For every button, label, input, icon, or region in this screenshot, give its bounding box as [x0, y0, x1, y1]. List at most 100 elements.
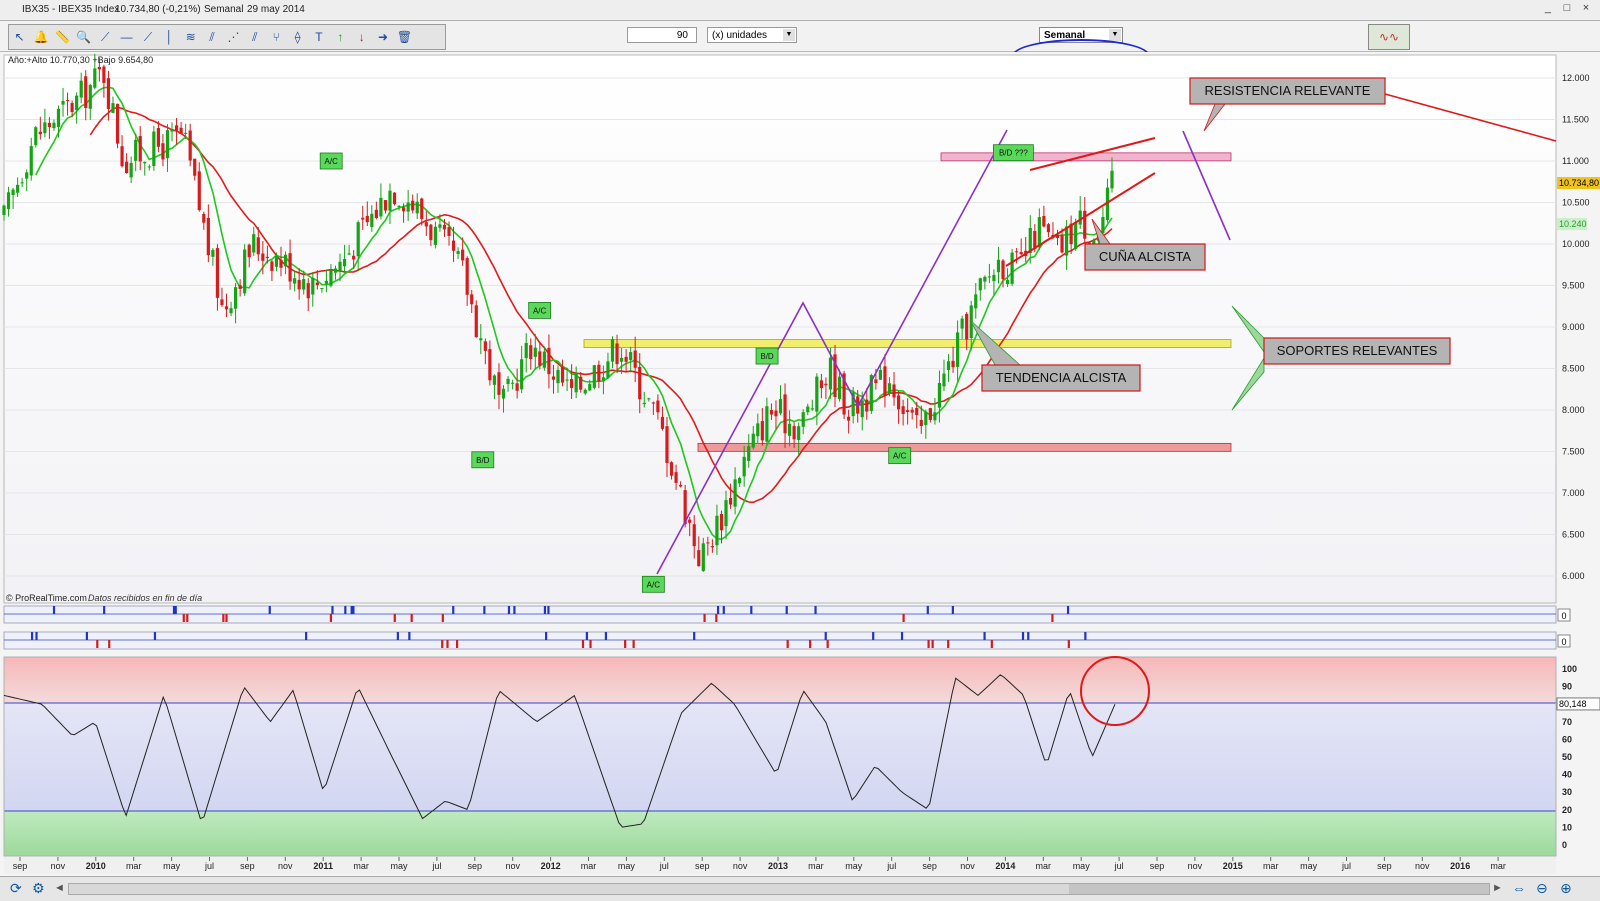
candle-body [1060, 235, 1064, 253]
marker-tick [931, 640, 934, 648]
marker-tick [507, 606, 511, 614]
osc-tick-label: 70 [1562, 717, 1572, 727]
candle-body [56, 108, 61, 127]
scrollbar-thumb[interactable] [1069, 884, 1489, 894]
chevron-down-icon[interactable]: ▼ [783, 29, 795, 41]
price-panel [3, 54, 1557, 604]
price-tick-label: 6.000 [1562, 571, 1585, 581]
signal-label: B/D [476, 456, 490, 465]
marker-tick [900, 632, 904, 640]
candle-body [320, 288, 324, 290]
candle-body [806, 406, 810, 413]
right-arrow-icon[interactable]: ➜ [373, 27, 393, 47]
candle-body [297, 279, 301, 290]
pitchfork-icon[interactable]: ⑂ [266, 27, 286, 47]
channel-icon[interactable]: ⋰ [223, 27, 243, 47]
window-period: Semanal [204, 4, 244, 15]
pointer-icon[interactable]: ↖ [10, 27, 30, 47]
line-icon[interactable]: ⟋ [95, 27, 115, 47]
price-tick-label: 8.000 [1562, 405, 1585, 415]
signal-label: B/D ??? [999, 149, 1028, 158]
candle-body [256, 237, 260, 255]
candle-body [706, 542, 710, 544]
candle-body [1064, 226, 1069, 256]
candle-body [97, 66, 101, 70]
candle-body [497, 372, 501, 395]
vertical-line-icon[interactable]: │ [159, 27, 179, 47]
candle-body [638, 366, 642, 400]
candle-body [715, 515, 719, 546]
time-tick-label: nov [960, 861, 975, 871]
time-tick-label: sep [468, 861, 483, 871]
candle-body [461, 249, 465, 261]
trend-line-icon[interactable]: ⟋ [138, 27, 158, 47]
candle-body [515, 383, 519, 391]
candle-body [88, 84, 92, 109]
buy-arrow-icon[interactable]: ↑ [330, 27, 350, 47]
parallel-lines-icon[interactable]: ⫽ [245, 27, 265, 47]
osc-value-label: 80,148 [1559, 699, 1587, 709]
chart-type-icon[interactable]: ∿∿ [1368, 24, 1410, 50]
scroll-right-icon[interactable]: ► [1492, 882, 1503, 894]
zoom-icon[interactable]: 🔍 [74, 27, 94, 47]
candle-body [810, 408, 814, 410]
candle-body [143, 161, 147, 164]
candle-body [1019, 252, 1023, 255]
candle-body [11, 189, 15, 196]
candle-body [1005, 279, 1010, 285]
time-tick-label: may [845, 861, 863, 871]
marker-tick [396, 632, 399, 640]
horizontal-line-icon[interactable]: ― [117, 27, 137, 47]
settings-icon[interactable]: ⚙ [32, 880, 45, 897]
candle-body [960, 318, 964, 329]
price-tick-label: 7.000 [1562, 488, 1585, 498]
close-button[interactable]: × [1578, 2, 1594, 14]
candle-body [942, 373, 946, 387]
price-tick-label: 12.000 [1562, 73, 1590, 83]
fan-icon[interactable]: ⟠ [288, 27, 308, 47]
regression-icon[interactable]: ⫽ [202, 27, 222, 47]
units-input[interactable]: 90 [627, 27, 697, 43]
marker-tick [30, 632, 34, 640]
alert-icon[interactable]: 🔔 [31, 27, 51, 47]
candle-body [492, 375, 497, 385]
candle-body [987, 276, 991, 278]
candle-body [992, 274, 996, 282]
candle-body [429, 224, 433, 241]
maximize-button[interactable]: □ [1559, 2, 1575, 14]
units-select[interactable]: (x) unidades ▼ [707, 27, 797, 43]
marker-tick [393, 614, 396, 622]
zoom-out-icon[interactable]: ⊖ [1536, 880, 1548, 897]
marker-tick [483, 606, 486, 614]
marker-tick [329, 614, 333, 622]
candle-body [765, 406, 769, 442]
text-icon[interactable]: T [309, 27, 329, 47]
scroll-left-icon[interactable]: ◄ [54, 882, 65, 894]
zoom-in-icon[interactable]: ⊕ [1560, 880, 1572, 897]
sell-arrow-icon[interactable]: ↓ [352, 27, 372, 47]
ruler-icon[interactable]: 📏 [52, 27, 72, 47]
marker-row-2 [3, 631, 1557, 650]
ma-value-label: 10.240 [1559, 219, 1587, 229]
minimize-button[interactable]: _ [1540, 2, 1556, 14]
candle-body [470, 294, 474, 305]
candle-body [719, 513, 724, 531]
candle-body [224, 306, 229, 310]
trash-icon[interactable]: 🗑 [394, 27, 414, 47]
candle-body [288, 253, 292, 282]
refresh-icon[interactable]: ⟳ [10, 880, 22, 897]
marker-tick [344, 606, 347, 614]
candle-body [206, 217, 210, 256]
chevron-down-icon[interactable]: ▼ [1109, 29, 1121, 41]
candle-body [188, 130, 192, 161]
osc-tick-label: 30 [1562, 787, 1572, 797]
candle-body [778, 399, 783, 414]
marker-tick [785, 606, 788, 614]
time-scrollbar[interactable] [68, 883, 1490, 895]
candle-body [520, 359, 524, 390]
fibonacci-icon[interactable]: ≋ [181, 27, 201, 47]
fit-icon[interactable]: ⇔ [1512, 880, 1526, 896]
candle-body [311, 278, 315, 295]
candle-body [333, 268, 338, 273]
marker-tick [703, 614, 706, 622]
